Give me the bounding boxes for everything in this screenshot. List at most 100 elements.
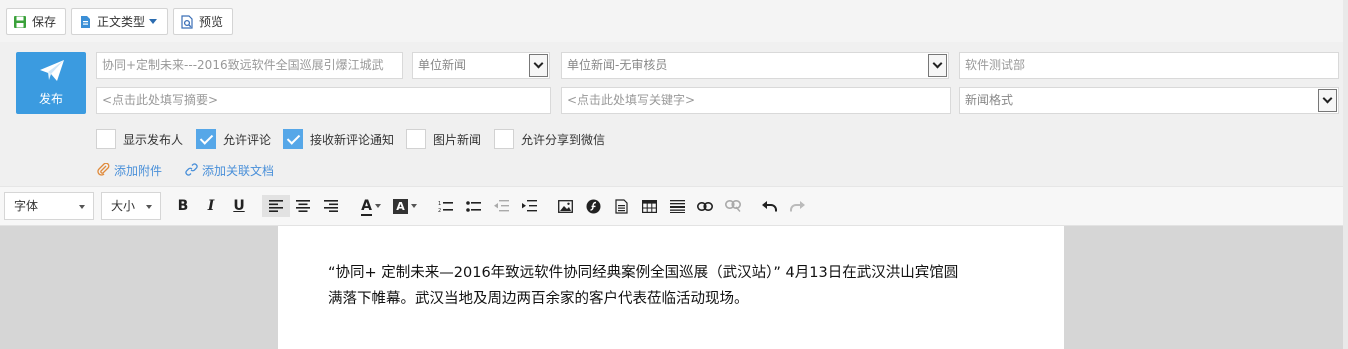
format-select[interactable]: 新闻格式 <box>959 87 1339 114</box>
underline-button[interactable]: U <box>228 195 250 217</box>
unlink-icon <box>725 200 741 212</box>
outdent-button[interactable] <box>490 195 512 217</box>
checkbox[interactable] <box>196 129 216 149</box>
checkbox[interactable] <box>406 129 426 149</box>
top-toolbar: 保存 正文类型 预览 <box>0 0 1348 42</box>
add-attachment-link[interactable]: 添加附件 <box>97 162 162 179</box>
unlink-button[interactable] <box>722 195 744 217</box>
svg-text:1: 1 <box>438 201 441 207</box>
department-field[interactable]: 软件测试部 <box>959 52 1339 79</box>
align-center-icon <box>296 200 310 212</box>
indent-button[interactable] <box>518 195 540 217</box>
publish-button[interactable]: 发布 <box>16 52 86 114</box>
redo-icon <box>789 200 805 211</box>
chevron-down-icon[interactable] <box>928 54 947 77</box>
table-icon <box>641 199 657 213</box>
ordered-list-button[interactable]: 12 <box>434 195 456 217</box>
option-show-publisher[interactable]: 显示发布人 <box>96 129 183 149</box>
unordered-list-button[interactable] <box>462 195 484 217</box>
doc-type-button[interactable]: 正文类型 <box>71 8 168 35</box>
format-select-value: 新闻格式 <box>965 93 1014 107</box>
checkbox[interactable] <box>283 129 303 149</box>
bold-button[interactable]: B <box>172 195 194 217</box>
undo-button[interactable] <box>758 195 780 217</box>
preview-icon <box>180 14 194 29</box>
scrollbar[interactable] <box>1343 0 1348 349</box>
option-image-news[interactable]: 图片新闻 <box>406 129 481 149</box>
unit-select-value: 单位新闻 <box>418 58 467 72</box>
italic-button[interactable]: I <box>200 195 222 217</box>
outdent-icon <box>493 200 509 212</box>
link-icon <box>185 162 198 179</box>
bg-color-icon: A <box>393 198 408 214</box>
font-size-label: 大小 <box>111 199 136 213</box>
align-left-button[interactable] <box>262 195 290 217</box>
redo-button[interactable] <box>786 195 808 217</box>
checkbox[interactable] <box>96 129 116 149</box>
publish-label: 发布 <box>38 92 63 106</box>
svg-text:2: 2 <box>438 208 441 213</box>
send-icon <box>39 59 65 86</box>
option-label: 显示发布人 <box>123 132 184 147</box>
option-allow-comments[interactable]: 允许评论 <box>196 129 271 149</box>
save-icon <box>13 15 27 29</box>
undo-icon <box>761 200 777 211</box>
align-right-button[interactable] <box>320 195 342 217</box>
insert-image-button[interactable] <box>554 195 576 217</box>
option-label: 图片新闻 <box>433 132 482 147</box>
bg-color-button[interactable]: A <box>392 195 418 217</box>
horizontal-rule-icon <box>669 199 685 213</box>
insert-link-button[interactable] <box>694 195 716 217</box>
process-select[interactable]: 单位新闻-无审核员 <box>561 52 949 79</box>
chevron-down-icon[interactable] <box>529 54 548 77</box>
doc-type-label: 正文类型 <box>97 15 146 29</box>
indent-icon <box>521 200 537 212</box>
ordered-list-icon: 12 <box>438 201 453 213</box>
option-label: 允许评论 <box>223 132 272 147</box>
unordered-list-icon <box>465 200 481 212</box>
preview-label: 预览 <box>199 15 224 29</box>
font-family-label: 字体 <box>14 199 39 213</box>
save-label: 保存 <box>32 15 57 29</box>
font-size-dropdown[interactable]: 大小 <box>101 192 161 220</box>
summary-input[interactable]: <点击此处填写摘要> <box>96 87 551 114</box>
editor-toolbar: 字体 大小 B I U A A 12 <box>0 186 1348 226</box>
insert-table-button[interactable] <box>638 195 660 217</box>
font-color-icon: A <box>361 198 372 216</box>
chevron-down-icon <box>146 205 152 209</box>
chevron-down-icon <box>149 19 158 24</box>
title-input[interactable]: 协同+定制未来---2016致远软件全国巡展引爆江城武 <box>96 52 403 79</box>
add-related-doc-label: 添加关联文档 <box>202 164 275 178</box>
document-icon <box>614 198 628 214</box>
document-area: “协同+ 定制未来—2016年致远软件协同经典案例全国巡展（武汉站）” 4月13… <box>0 226 1348 349</box>
process-select-value: 单位新闻-无审核员 <box>567 58 668 72</box>
preview-button[interactable]: 预览 <box>173 8 233 35</box>
align-center-button[interactable] <box>292 195 314 217</box>
font-family-dropdown[interactable]: 字体 <box>4 192 94 220</box>
editor-content[interactable]: “协同+ 定制未来—2016年致远软件协同经典案例全国巡展（武汉站）” 4月13… <box>328 260 1038 312</box>
save-button[interactable]: 保存 <box>6 8 66 35</box>
insert-document-button[interactable] <box>610 195 632 217</box>
horizontal-rule-button[interactable] <box>666 195 688 217</box>
content-line: “协同+ 定制未来—2016年致远软件协同经典案例全国巡展（武汉站）” 4月13… <box>328 265 959 281</box>
chevron-down-icon[interactable] <box>1318 89 1337 112</box>
checkbox[interactable] <box>494 129 514 149</box>
unit-select[interactable]: 单位新闻 <box>412 52 550 79</box>
add-attachment-label: 添加附件 <box>114 164 163 178</box>
font-color-button[interactable]: A <box>358 195 384 217</box>
content-line: 满落下帷幕。武汉当地及周边两百余家的客户代表莅临活动现场。 <box>328 291 749 307</box>
option-label: 接收新评论通知 <box>310 132 395 147</box>
paperclip-icon <box>97 162 110 179</box>
option-label: 允许分享到微信 <box>521 132 606 147</box>
keyword-input[interactable]: <点击此处填写关键字> <box>561 87 951 114</box>
insert-flash-button[interactable] <box>582 195 604 217</box>
add-related-doc-link[interactable]: 添加关联文档 <box>185 162 274 179</box>
flash-icon <box>586 199 600 213</box>
document-icon <box>78 15 92 29</box>
align-left-icon <box>269 200 283 212</box>
option-share-wechat[interactable]: 允许分享到微信 <box>494 129 605 149</box>
align-right-icon <box>324 200 338 212</box>
italic-icon: I <box>207 198 215 214</box>
option-comment-notify[interactable]: 接收新评论通知 <box>283 129 394 149</box>
editor-page[interactable]: “协同+ 定制未来—2016年致远软件协同经典案例全国巡展（武汉站）” 4月13… <box>278 226 1064 349</box>
